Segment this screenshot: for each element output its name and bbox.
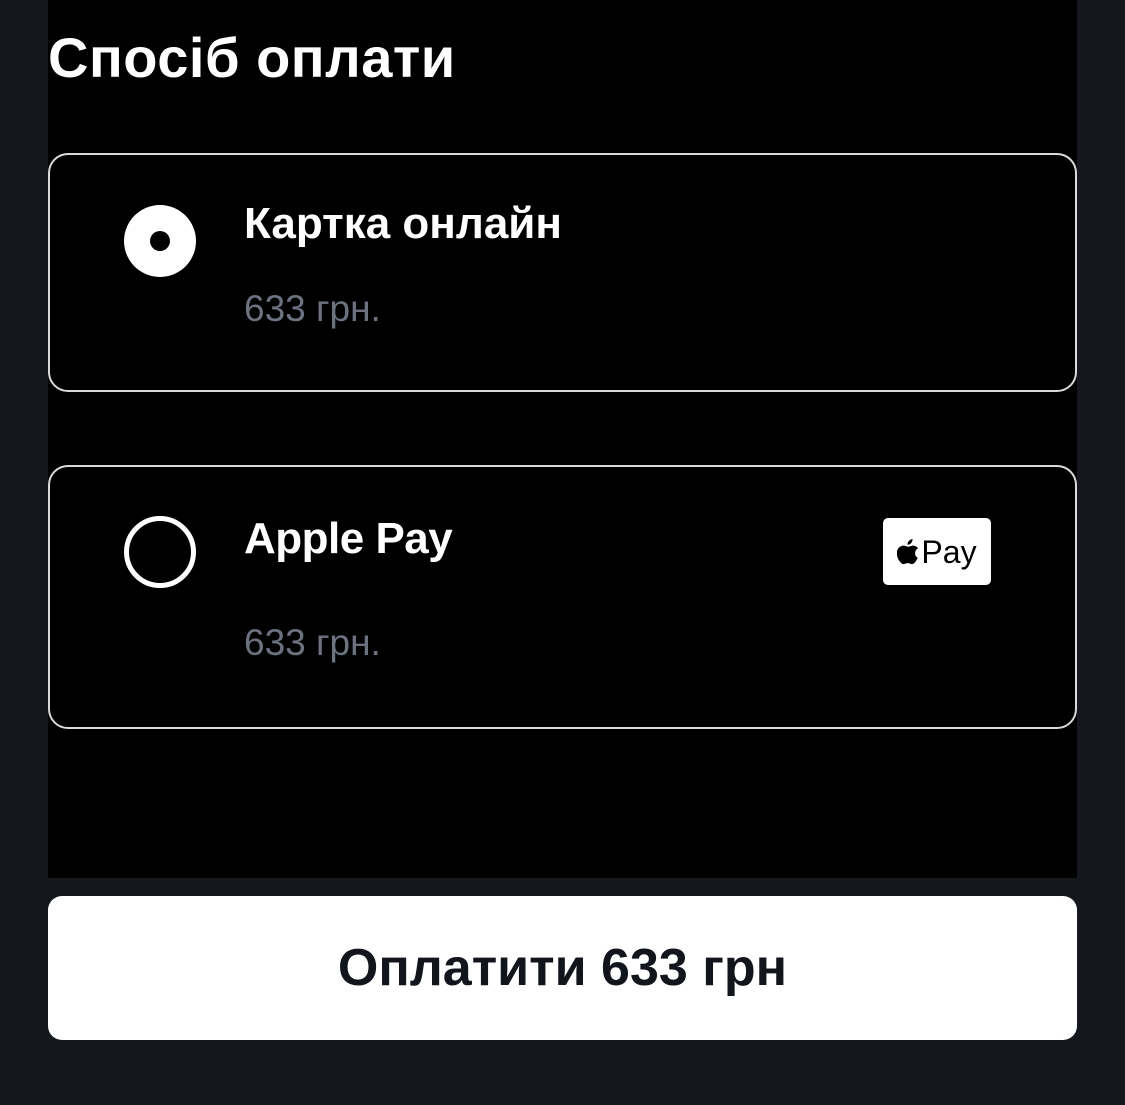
pay-button-label-prefix: Оплатити xyxy=(337,939,602,997)
option-price: 633 грн. xyxy=(244,288,381,329)
apple-pay-badge-text: Pay xyxy=(921,533,977,570)
option-label: Картка онлайн xyxy=(244,199,562,248)
apple-pay-badge: Pay xyxy=(883,518,991,585)
payment-screen: Спосіб оплати Картка онлайн 633 грн. App… xyxy=(0,0,1125,1105)
radio-dot xyxy=(150,231,170,251)
option-label: Apple Pay xyxy=(244,514,453,563)
payment-panel xyxy=(48,0,1077,878)
radio-unselected-icon[interactable] xyxy=(124,516,196,588)
radio-selected-icon[interactable] xyxy=(124,205,196,277)
apple-logo-icon xyxy=(897,538,919,564)
page-title: Спосіб оплати xyxy=(48,26,456,89)
payment-option-card-online[interactable]: Картка онлайн 633 грн. xyxy=(48,153,1077,392)
pay-button-label-suffix: грн xyxy=(687,939,788,997)
pay-button-amount: 633 xyxy=(601,939,688,997)
pay-button[interactable]: Оплатити 633 грн xyxy=(48,896,1077,1040)
payment-option-apple-pay[interactable]: Apple Pay 633 грн. Pay xyxy=(48,465,1077,729)
option-price: 633 грн. xyxy=(244,622,381,663)
